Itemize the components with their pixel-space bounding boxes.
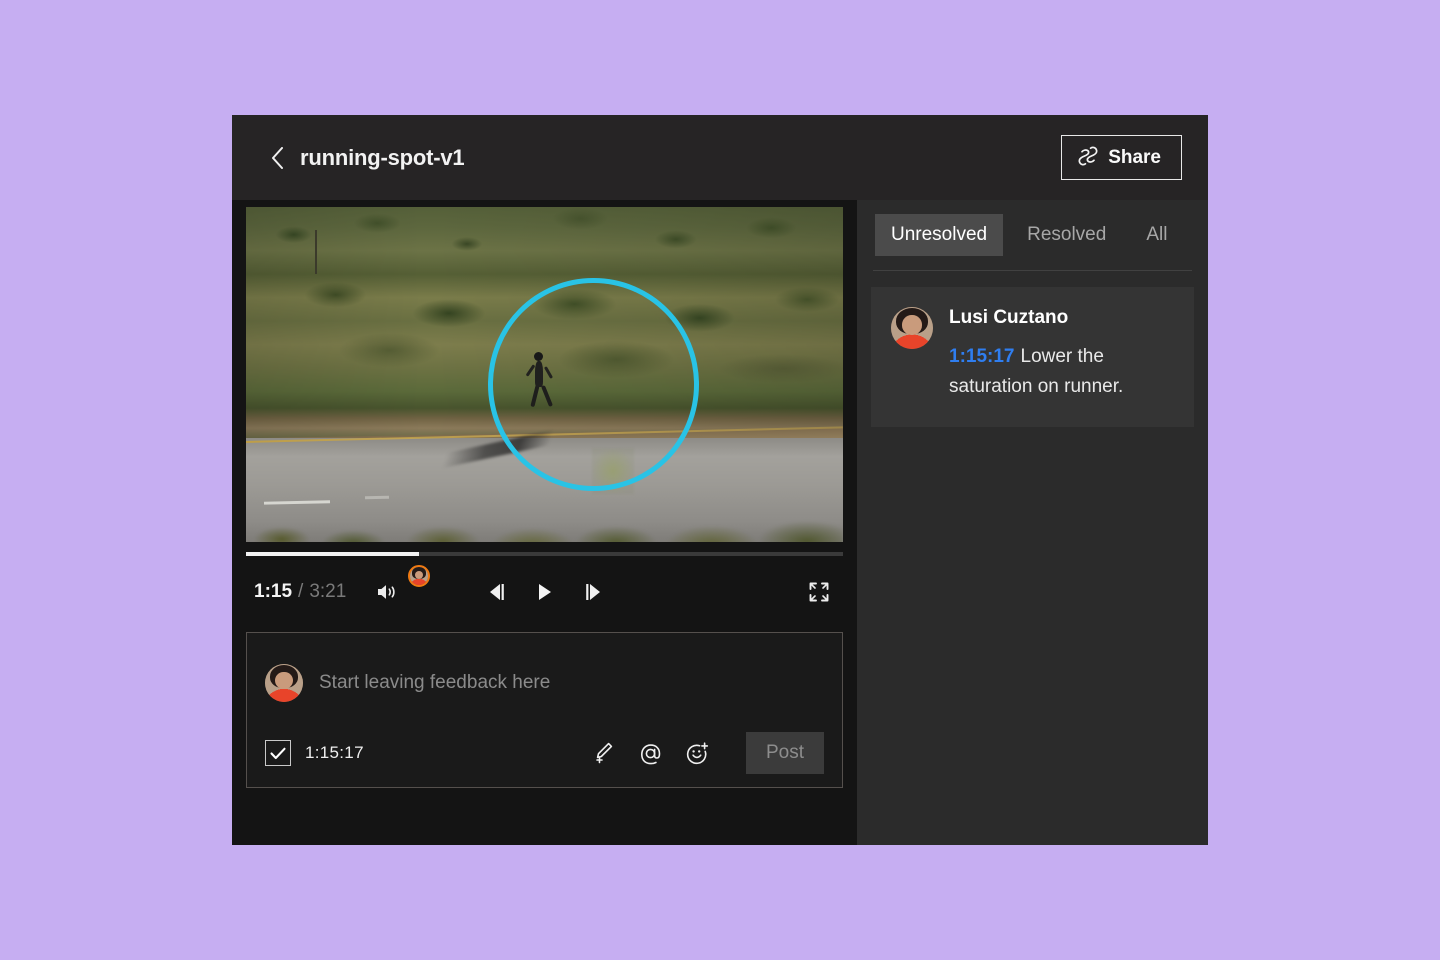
app-header: running-spot-v1 Share: [232, 115, 1208, 200]
tab-unresolved[interactable]: Unresolved: [875, 214, 1003, 256]
runner-figure: [534, 352, 543, 361]
total-time: 3:21: [309, 581, 346, 603]
composer-toolbar: 1:15:17: [265, 725, 824, 787]
comment-timestamp[interactable]: 1:15:17: [949, 346, 1015, 367]
page-title: running-spot-v1: [300, 145, 464, 171]
comment-filter-tabs: Unresolved Resolved All: [871, 200, 1194, 270]
composer-tool-group: Post: [591, 732, 824, 774]
runner-figure: [535, 361, 543, 387]
avatar: [265, 664, 303, 702]
transport-controls: [484, 579, 606, 605]
avatar: [891, 307, 933, 349]
link-share-icon: [1078, 145, 1098, 170]
comment-list: Lusi Cuztano 1:15:17Lower the saturation…: [871, 271, 1194, 427]
chevron-left-icon[interactable]: [266, 143, 288, 173]
feedback-composer: 1:15:17: [246, 632, 843, 788]
fullscreen-icon[interactable]: [805, 578, 833, 606]
mention-icon[interactable]: [638, 740, 664, 766]
timestamp-checkbox[interactable]: [265, 740, 291, 766]
app-window: running-spot-v1 Share: [232, 115, 1208, 845]
comment-item[interactable]: Lusi Cuztano 1:15:17Lower the saturation…: [871, 287, 1194, 427]
player-controls: 1:15 / 3:21: [246, 542, 843, 628]
time-separator: /: [298, 581, 303, 603]
avatar-face: [891, 307, 933, 349]
comment-author: Lusi Cuztano: [949, 307, 1174, 329]
next-frame-icon[interactable]: [580, 579, 606, 605]
timestamp-label: 1:15:17: [305, 743, 364, 763]
share-button-label: Share: [1108, 147, 1161, 169]
video-frame-foreground: [246, 487, 843, 542]
video-player[interactable]: [246, 207, 843, 542]
play-icon[interactable]: [532, 579, 558, 605]
current-time: 1:15: [254, 581, 292, 603]
transport-bar: 1:15 / 3:21: [246, 556, 843, 628]
previous-frame-icon[interactable]: [484, 579, 510, 605]
app-body: 1:15 / 3:21: [232, 200, 1208, 845]
feedback-input[interactable]: [319, 672, 824, 694]
tab-resolved[interactable]: Resolved: [1011, 214, 1122, 256]
comment-body: Lusi Cuztano 1:15:17Lower the saturation…: [949, 307, 1174, 403]
share-button[interactable]: Share: [1061, 135, 1182, 180]
volume-on-icon[interactable]: [372, 577, 402, 607]
video-frame-brush: [246, 207, 843, 438]
video-frame-pole: [315, 230, 317, 274]
avatar-face: [265, 664, 303, 702]
draw-annotation-icon[interactable]: [591, 740, 617, 766]
post-button[interactable]: Post: [746, 732, 824, 774]
tab-all[interactable]: All: [1130, 214, 1183, 256]
composer-input-row: [265, 633, 824, 725]
comments-panel: Unresolved Resolved All Lusi Cuztano 1:1…: [857, 200, 1208, 845]
comment-text: 1:15:17Lower the saturation on runner.: [949, 342, 1174, 403]
emoji-icon[interactable]: [685, 740, 711, 766]
player-column: 1:15 / 3:21: [232, 200, 857, 845]
